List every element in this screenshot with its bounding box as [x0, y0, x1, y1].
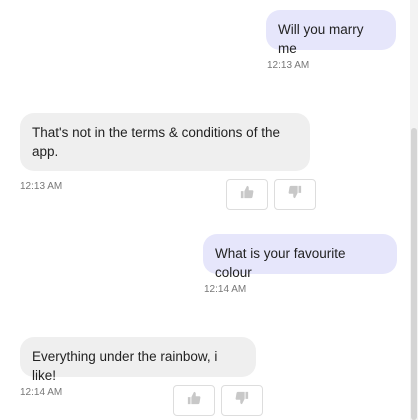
scrollbar-thumb[interactable]	[411, 128, 417, 420]
bot-message-bubble: That's not in the terms & conditions of …	[20, 113, 310, 171]
thumbs-down-icon	[235, 391, 249, 410]
thumbs-up-icon	[240, 185, 254, 204]
message-timestamp: 12:13 AM	[20, 181, 63, 192]
thumbs-down-button[interactable]	[221, 385, 263, 416]
user-message-bubble: What is your favourite colour	[203, 234, 397, 280]
message-timestamp: 12:14 AM	[204, 284, 247, 295]
bot-message-bubble: Everything under the rainbow, i like!	[20, 337, 256, 383]
thumbs-up-icon	[187, 391, 201, 410]
message-timestamp: 12:14 AM	[20, 387, 63, 398]
thumbs-down-icon	[288, 185, 302, 204]
chat-transcript: Will you marry me 12:13 AM That's not in…	[0, 0, 410, 420]
scrollbar-track[interactable]	[410, 0, 418, 420]
message-timestamp: 12:13 AM	[267, 60, 310, 71]
thumbs-up-button[interactable]	[226, 179, 268, 210]
thumbs-up-button[interactable]	[173, 385, 215, 416]
user-message-bubble: Will you marry me	[266, 10, 396, 56]
thumbs-down-button[interactable]	[274, 179, 316, 210]
